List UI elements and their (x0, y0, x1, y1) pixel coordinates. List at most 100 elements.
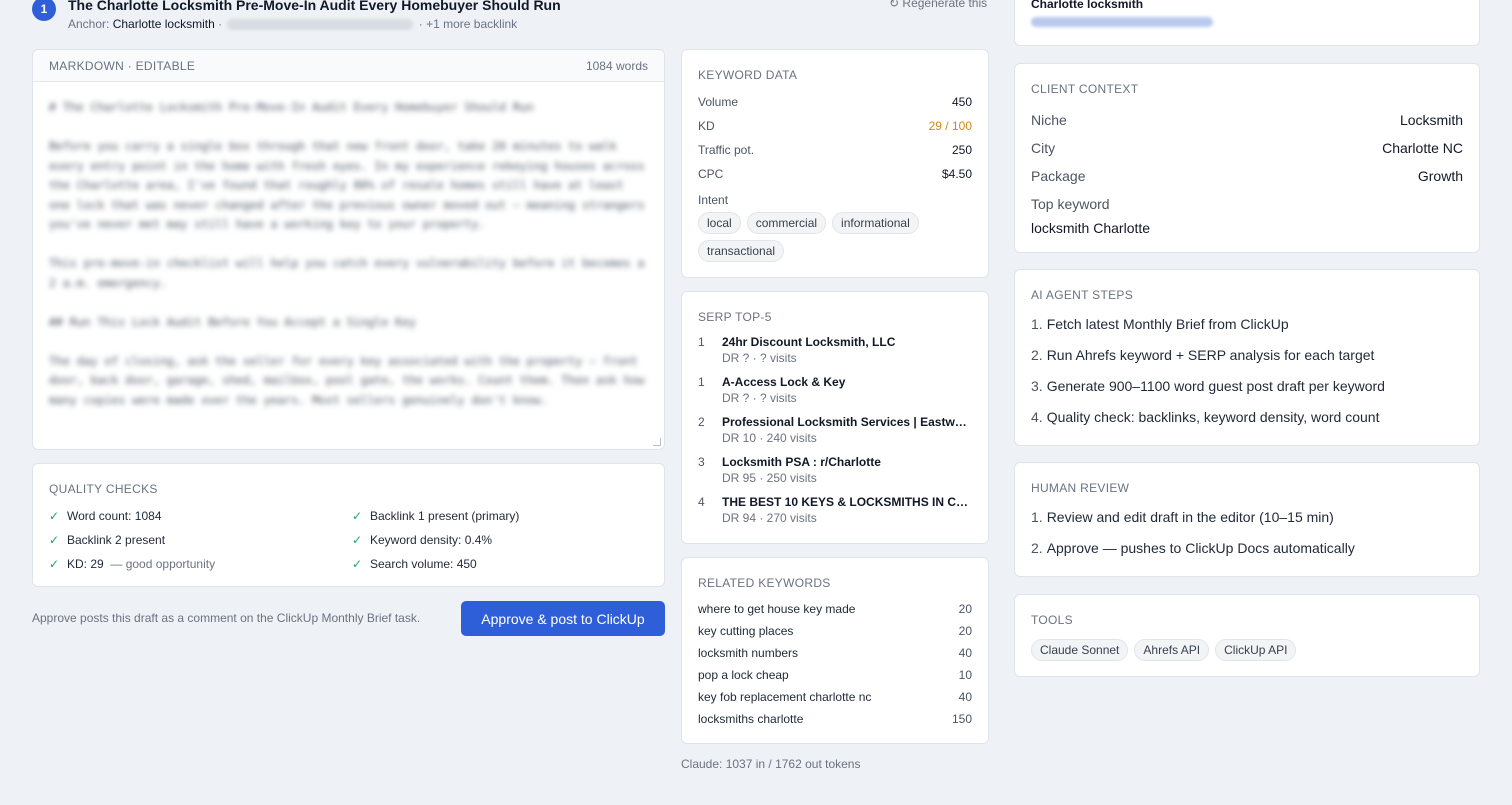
resize-handle[interactable] (653, 438, 661, 446)
check-icon: ✓ (352, 533, 363, 547)
context-row-city: City Charlotte NC (1031, 134, 1463, 162)
anchor-label: Anchor: (68, 17, 110, 31)
related-keywords-card: RELATED KEYWORDS where to get house key … (681, 557, 989, 744)
step-text: Generate 900–1100 word guest post draft … (1046, 377, 1385, 394)
review-step: 2. Approve — pushes to ClickUp Docs autom… (1031, 532, 1463, 563)
check-text: Word count: 1084 (67, 509, 162, 523)
check-text: Keyword density: 0.4% (370, 533, 493, 547)
metric-value: $4.50 (941, 167, 972, 181)
serp-item[interactable]: 1 A-Access Lock & Key DR ? · ? visits (698, 372, 972, 412)
ai-step: 1. Fetch latest Monthly Brief from ClickU… (1031, 308, 1463, 339)
post-title: The Charlotte Locksmith Pre-Move-In Audi… (68, 0, 561, 13)
step-text: Review and edit draft in the editor (10–… (1046, 508, 1334, 525)
tools-list: Claude Sonnet Ahrefs API ClickUp API (1031, 639, 1463, 661)
context-value: Charlotte NC (1382, 140, 1463, 156)
serp-item[interactable]: 3 Locksmith PSA : r/Charlotte DR 95 · 250 … (698, 452, 972, 492)
anchor-text: Charlotte locksmith (112, 17, 215, 31)
check-kd: ✓ KD: 29 — good opportunity (49, 556, 352, 572)
ai-agent-steps-title: AI AGENT STEPS (1031, 288, 1134, 302)
serp-rank: 1 (698, 375, 705, 389)
step-number: 4. (1031, 408, 1043, 425)
related-keyword-row: where to get house key made 20 (698, 598, 972, 620)
step-number: 3. (1031, 377, 1043, 394)
check-icon: ✓ (352, 509, 363, 523)
tool-pill: Ahrefs API (1134, 639, 1210, 661)
related-keyword-row: key fob replacement charlotte nc 40 (698, 686, 972, 708)
serp-title: SERP TOP-5 (698, 310, 772, 324)
quality-checks-title: QUALITY CHECKS (49, 482, 158, 496)
related-keyword-row: pop a lock cheap 10 (698, 664, 972, 686)
context-label: Package (1031, 168, 1086, 184)
metric-value: 29 / 100 (928, 119, 972, 133)
step-text: Approve — pushes to ClickUp Docs automat… (1046, 539, 1355, 556)
check-search-volume: ✓ Search volume: 450 (352, 556, 648, 572)
check-backlink-2: ✓ Backlink 2 present (49, 532, 352, 548)
redacted-backlink-url[interactable] (1031, 17, 1213, 27)
related-keyword: locksmiths charlotte (698, 712, 804, 726)
approve-post-button[interactable]: Approve & post to ClickUp (461, 601, 665, 636)
tools-title: TOOLS (1031, 613, 1073, 627)
check-text: Search volume: 450 (370, 557, 477, 571)
serp-item[interactable]: 4 THE BEST 10 KEYS & LOCKSMITHS IN CHARLO… (698, 492, 972, 532)
related-keyword-row: locksmith numbers 40 (698, 642, 972, 664)
intent-pill: commercial (746, 212, 827, 234)
metric-value: 250 (951, 143, 972, 157)
context-row-top-keyword-label: Top keyword (1031, 190, 1463, 218)
serp-meta: DR 10 · 240 visits (722, 431, 817, 445)
step-text: Run Ahrefs keyword + SERP analysis for e… (1046, 346, 1375, 363)
ai-step: 3. Generate 900–1100 word guest post draf… (1031, 370, 1463, 401)
step-number: 1. (1031, 315, 1043, 332)
related-keyword-row: key cutting places 20 (698, 620, 972, 642)
step-number: 1. (1031, 508, 1043, 525)
related-keyword: where to get house key made (698, 602, 856, 616)
intent-label: Intent (698, 193, 729, 207)
step-number: 2. (1031, 539, 1043, 556)
kd-row-traffic: Traffic pot. 250 (698, 138, 972, 162)
anchor-line: Anchor: Charlotte locksmith · · +1 more … (68, 17, 517, 31)
check-word-count: ✓ Word count: 1084 (49, 508, 352, 524)
step-text: Quality check: backlinks, keyword densit… (1046, 408, 1380, 425)
serp-rank: 4 (698, 495, 705, 509)
ai-step: 4. Quality check: backlinks, keyword dens… (1031, 401, 1463, 432)
serp-rank: 3 (698, 455, 705, 469)
serp-rank: 1 (698, 335, 705, 349)
token-usage: Claude: 1037 in / 1762 out tokens (681, 757, 861, 771)
editor-textarea[interactable]: # The Charlotte Locksmith Pre-Move-In Au… (33, 82, 664, 426)
regenerate-button[interactable]: ↻ Regenerate this (889, 0, 987, 10)
keyword-data-title: KEYWORD DATA (698, 68, 798, 82)
serp-name: Professional Locksmith Services | Eastwa… (722, 415, 972, 429)
related-volume: 20 (958, 602, 972, 616)
context-row-package: Package Growth (1031, 162, 1463, 190)
ai-agent-steps-card: AI AGENT STEPS 1. Fetch latest Monthly Br… (1014, 269, 1480, 446)
context-label: City (1031, 140, 1056, 156)
serp-meta: DR 94 · 270 visits (722, 511, 817, 525)
serp-name: A-Access Lock & Key (722, 375, 846, 389)
context-value: Growth (1417, 168, 1463, 184)
check-icon: ✓ (49, 533, 60, 547)
serp-meta: DR ? · ? visits (722, 351, 797, 365)
redacted-url (227, 19, 414, 31)
serp-meta: DR 95 · 250 visits (722, 471, 817, 485)
check-keyword-density: ✓ Keyword density: 0.4% (352, 532, 648, 548)
more-backlinks-link[interactable]: · +1 more backlink (419, 17, 517, 31)
approve-note: Approve posts this draft as a comment on… (32, 611, 421, 625)
regenerate-label: Regenerate this (902, 0, 988, 10)
intent-pill: local (698, 212, 741, 234)
related-volume: 10 (958, 668, 972, 682)
metric-label: Volume (698, 95, 739, 109)
client-context-title: CLIENT CONTEXT (1031, 82, 1139, 96)
intent-pill: transactional (698, 240, 785, 262)
serp-item[interactable]: 1 24hr Discount Locksmith, LLC DR ? · ? vi… (698, 332, 972, 372)
tool-pill: Claude Sonnet (1031, 639, 1129, 661)
intent-pill: informational (832, 212, 919, 234)
review-step: 1. Review and edit draft in the editor (1… (1031, 501, 1463, 532)
kd-row-cpc: CPC $4.50 (698, 162, 972, 186)
related-volume: 150 (951, 712, 972, 726)
serp-name: THE BEST 10 KEYS & LOCKSMITHS IN CHARLOT… (722, 495, 972, 509)
context-value: Locksmith (1399, 112, 1463, 128)
editor-word-count: 1084 words (585, 58, 648, 73)
check-text: Backlink 2 present (67, 533, 166, 547)
serp-item[interactable]: 2 Professional Locksmith Services | Eastw… (698, 412, 972, 452)
kd-row-volume: Volume 450 (698, 90, 972, 114)
metric-label: KD (698, 119, 715, 133)
